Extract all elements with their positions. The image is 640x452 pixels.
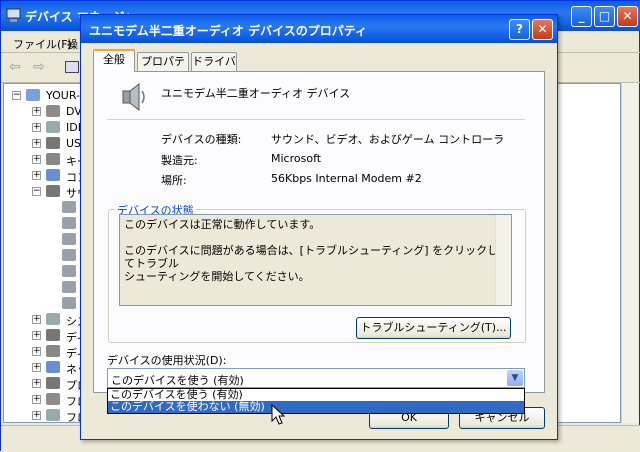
device-category-icon bbox=[46, 185, 60, 197]
device-category-icon bbox=[46, 313, 60, 325]
expand-icon[interactable]: + bbox=[32, 395, 41, 404]
menu-file[interactable]: ファイル(F) bbox=[13, 36, 72, 52]
status-line-3: シューティングを開始してください。 bbox=[124, 270, 310, 283]
computer-icon bbox=[26, 89, 40, 101]
status-scrollbar[interactable] bbox=[495, 215, 511, 305]
usage-dropdown-list: このデバイスを使う (有効) このデバイスを使わない (無効) bbox=[107, 388, 525, 414]
manufacturer-value: Microsoft bbox=[271, 152, 322, 165]
device-status-textbox[interactable]: このデバイスは正常に動作しています。 このデバイスに問題がある場合は、[トラブル… bbox=[119, 214, 512, 306]
tree-item-label: US bbox=[66, 137, 82, 150]
expand-icon[interactable]: + bbox=[32, 379, 41, 388]
dialog-title: ユニモデム半二重オーディオ デバイスのプロパティ bbox=[89, 24, 368, 38]
speaker-icon bbox=[62, 217, 76, 229]
device-category-icon bbox=[46, 345, 60, 357]
tab-general[interactable]: 全般 bbox=[93, 49, 135, 72]
forward-arrow-icon[interactable]: ⇨ bbox=[33, 59, 45, 75]
collapse-icon[interactable]: − bbox=[12, 91, 21, 100]
mouse-cursor-icon bbox=[271, 404, 285, 425]
manufacturer-label: 製造元: bbox=[161, 154, 198, 167]
usage-option-disable[interactable]: このデバイスを使わない (無効) bbox=[108, 401, 524, 413]
device-type-label: デバイスの種類: bbox=[161, 133, 242, 146]
device-category-icon bbox=[46, 361, 60, 373]
collapse-icon[interactable]: − bbox=[32, 187, 41, 196]
device-category-icon bbox=[46, 121, 60, 133]
dialog-titlebar: ユニモデム半二重オーディオ デバイスのプロパティ ? ✕ bbox=[81, 15, 557, 43]
status-line-1: このデバイスは正常に動作しています。 bbox=[124, 218, 321, 231]
device-category-icon bbox=[46, 329, 60, 341]
speaker-icon bbox=[62, 249, 76, 261]
device-category-icon bbox=[46, 153, 60, 165]
speaker-icon bbox=[62, 281, 76, 293]
expand-icon[interactable]: + bbox=[32, 315, 41, 324]
status-line-2: このデバイスに問題がある場合は、[トラブルシューティング] をクリックしてトラブ… bbox=[124, 244, 499, 270]
dialog-close-button[interactable]: ✕ bbox=[532, 19, 553, 40]
properties-dialog: ユニモデム半二重オーディオ デバイスのプロパティ ? ✕ 全般 プロパティ ドラ… bbox=[80, 14, 558, 440]
tree-root-label: YOUR- bbox=[46, 89, 80, 102]
speaker-icon bbox=[122, 82, 145, 112]
chevron-down-icon[interactable]: ▼ bbox=[507, 370, 523, 386]
device-category-icon bbox=[46, 409, 60, 421]
help-button[interactable]: ? bbox=[509, 19, 530, 40]
speaker-icon bbox=[62, 201, 76, 213]
device-name: ユニモデム半二重オーディオ デバイス bbox=[161, 87, 351, 100]
device-category-icon bbox=[46, 137, 60, 149]
expand-icon[interactable]: + bbox=[32, 123, 41, 132]
troubleshoot-button[interactable]: トラブルシューティング(T)... bbox=[356, 317, 511, 339]
speaker-icon bbox=[62, 297, 76, 309]
back-arrow-icon[interactable]: ⇦ bbox=[9, 59, 21, 75]
expand-icon[interactable]: + bbox=[32, 331, 41, 340]
divider bbox=[107, 119, 525, 120]
expand-icon[interactable]: + bbox=[32, 347, 41, 356]
maximize-button[interactable]: □ bbox=[594, 6, 615, 27]
menu-action[interactable]: 操 bbox=[67, 36, 78, 52]
minimize-button[interactable]: _ bbox=[571, 6, 592, 27]
location-label: 場所: bbox=[161, 174, 187, 187]
speaker-icon bbox=[62, 265, 76, 277]
expand-icon[interactable]: + bbox=[32, 411, 41, 420]
usage-label: デバイスの使用状況(D): bbox=[107, 354, 227, 367]
properties-view-icon[interactable] bbox=[65, 61, 79, 73]
device-category-icon bbox=[46, 377, 60, 389]
speaker-icon bbox=[62, 233, 76, 245]
tab-driver[interactable]: ドライバ bbox=[191, 52, 237, 71]
expand-icon[interactable]: + bbox=[32, 363, 41, 372]
location-value: 56Kbps Internal Modem #2 bbox=[271, 172, 422, 185]
expand-icon[interactable]: + bbox=[32, 171, 41, 180]
computer-icon bbox=[6, 8, 21, 22]
tab-properties[interactable]: プロパティ bbox=[137, 52, 189, 86]
expand-icon[interactable]: + bbox=[32, 155, 41, 164]
usage-dropdown-value: このデバイスを使う (有効) bbox=[111, 374, 244, 387]
vertical-scrollbar[interactable] bbox=[621, 83, 638, 423]
device-type-value: サウンド、ビデオ、およびゲーム コントローラ bbox=[271, 133, 505, 146]
usage-dropdown[interactable]: このデバイスを使う (有効) ▼ bbox=[107, 368, 525, 388]
device-category-icon bbox=[46, 169, 60, 181]
device-category-icon bbox=[46, 105, 60, 117]
expand-icon[interactable]: + bbox=[32, 107, 41, 116]
expand-icon[interactable]: + bbox=[32, 139, 41, 148]
device-category-icon bbox=[46, 393, 60, 405]
close-button[interactable]: ✕ bbox=[617, 6, 638, 27]
